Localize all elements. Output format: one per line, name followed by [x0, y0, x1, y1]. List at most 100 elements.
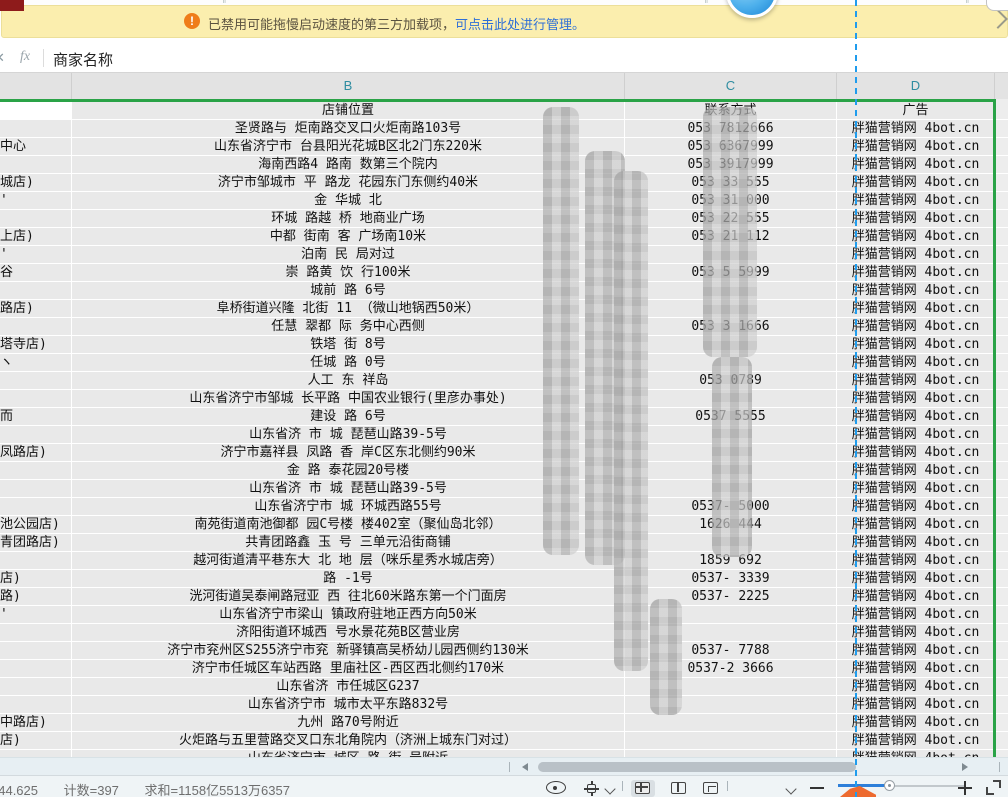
cell-d[interactable]: 胖猫营销网 4bot.cn	[837, 192, 994, 210]
cell-d[interactable]: 胖猫营销网 4bot.cn	[837, 678, 994, 696]
cell-a[interactable]: 凤路店)	[0, 444, 72, 462]
cell-a[interactable]: 池公园店)	[0, 516, 72, 534]
view-split-button[interactable]	[667, 780, 691, 797]
cell-d[interactable]: 胖猫营销网 4bot.cn	[837, 516, 994, 534]
cell-a[interactable]: 路)	[0, 588, 72, 606]
cell-d[interactable]: 胖猫营销网 4bot.cn	[837, 660, 994, 678]
cell-b[interactable]: 火炬路与五里营路交叉口东北角院内（济洲上城东门对过）	[72, 732, 625, 750]
cell-a[interactable]	[0, 660, 72, 678]
cell-d[interactable]: 胖猫营销网 4bot.cn	[837, 480, 994, 498]
cell-d[interactable]: 胖猫营销网 4bot.cn	[837, 390, 994, 408]
formula-input[interactable]: 商家名称	[53, 49, 113, 70]
cell-d[interactable]: 胖猫营销网 4bot.cn	[837, 642, 994, 660]
cell-a[interactable]	[0, 750, 72, 757]
cell-d[interactable]: 胖猫营销网 4bot.cn	[837, 336, 994, 354]
cell-a[interactable]: 店)	[0, 570, 72, 588]
cell-a[interactable]: '	[0, 246, 72, 264]
cell-a[interactable]: 路店)	[0, 300, 72, 318]
horizontal-scrollbar-thumb[interactable]	[538, 762, 856, 772]
cell-d[interactable]: 胖猫营销网 4bot.cn	[837, 300, 994, 318]
cell-a[interactable]: 而	[0, 408, 72, 426]
cell-c[interactable]	[625, 732, 837, 750]
cell-a[interactable]	[0, 624, 72, 642]
scroll-right-icon[interactable]	[962, 763, 968, 771]
cell-d[interactable]: 胖猫营销网 4bot.cn	[837, 156, 994, 174]
cell-a[interactable]: 中心	[0, 138, 72, 156]
cell-a[interactable]	[0, 642, 72, 660]
cell-a[interactable]: 上店)	[0, 228, 72, 246]
active-cell-a1[interactable]	[0, 102, 72, 120]
column-header-b[interactable]: B	[72, 73, 625, 99]
header-ad[interactable]: 广告	[837, 102, 994, 120]
cell-b[interactable]: 九州 路70号附近	[72, 714, 625, 732]
column-header-d[interactable]: D	[837, 73, 995, 99]
cell-a[interactable]: 谷	[0, 264, 72, 282]
view-normal-button[interactable]	[631, 780, 655, 797]
cell-a[interactable]: ヽ	[0, 354, 72, 372]
cell-a[interactable]	[0, 372, 72, 390]
cell-d[interactable]: 胖猫营销网 4bot.cn	[837, 624, 994, 642]
cell-b[interactable]: 路 -1号	[72, 570, 625, 588]
cell-b[interactable]: 山东省济宁市 城区 路 街 号附近	[72, 750, 625, 757]
manage-addins-link[interactable]: 可点击此处进行管理。	[455, 17, 585, 32]
cell-a[interactable]	[0, 210, 72, 228]
cell-d[interactable]: 胖猫营销网 4bot.cn	[837, 534, 994, 552]
cell-a[interactable]: 中路店)	[0, 714, 72, 732]
cell-c[interactable]	[625, 714, 837, 732]
cell-d[interactable]: 胖猫营销网 4bot.cn	[837, 498, 994, 516]
cell-d[interactable]: 胖猫营销网 4bot.cn	[837, 444, 994, 462]
cell-d[interactable]: 胖猫营销网 4bot.cn	[837, 282, 994, 300]
cell-b[interactable]: 山东省济 市任城区G237	[72, 678, 625, 696]
view-pagelayout-button[interactable]	[699, 780, 723, 797]
reading-mode-eye-icon[interactable]	[546, 781, 566, 794]
cell-d[interactable]: 胖猫营销网 4bot.cn	[837, 138, 994, 156]
cell-a[interactable]: '	[0, 606, 72, 624]
cell-d[interactable]: 胖猫营销网 4bot.cn	[837, 750, 994, 757]
cell-d[interactable]: 胖猫营销网 4bot.cn	[837, 408, 994, 426]
cell-a[interactable]	[0, 462, 72, 480]
cell-c[interactable]: 0537- 3339	[625, 570, 837, 588]
cell-a[interactable]	[0, 120, 72, 138]
cell-d[interactable]: 胖猫营销网 4bot.cn	[837, 372, 994, 390]
cell-d[interactable]: 胖猫营销网 4bot.cn	[837, 318, 994, 336]
cell-a[interactable]	[0, 696, 72, 714]
cell-a[interactable]	[0, 426, 72, 444]
cell-d[interactable]: 胖猫营销网 4bot.cn	[837, 120, 994, 138]
cell-d[interactable]: 胖猫营销网 4bot.cn	[837, 714, 994, 732]
cell-d[interactable]: 胖猫营销网 4bot.cn	[837, 426, 994, 444]
cell-d[interactable]: 胖猫营销网 4bot.cn	[837, 696, 994, 714]
cell-a[interactable]: '	[0, 192, 72, 210]
cell-a[interactable]: 店)	[0, 732, 72, 750]
cell-d[interactable]: 胖猫营销网 4bot.cn	[837, 228, 994, 246]
cell-b[interactable]: 济阳街道环城西 号水景花苑B区营业房	[72, 624, 625, 642]
cell-d[interactable]: 胖猫营销网 4bot.cn	[837, 210, 994, 228]
cell-a[interactable]	[0, 498, 72, 516]
cell-a[interactable]: 城店)	[0, 174, 72, 192]
cell-a[interactable]	[0, 552, 72, 570]
zoom-slider-handle[interactable]	[884, 780, 895, 791]
cell-a[interactable]	[0, 390, 72, 408]
cell-d[interactable]: 胖猫营销网 4bot.cn	[837, 570, 994, 588]
cell-a[interactable]: 青团路店)	[0, 534, 72, 552]
cell-a[interactable]	[0, 318, 72, 336]
cell-d[interactable]: 胖猫营销网 4bot.cn	[837, 588, 994, 606]
cell-a[interactable]	[0, 480, 72, 498]
cell-a[interactable]	[0, 678, 72, 696]
collapse-chevron-icon[interactable]	[988, 9, 1008, 29]
cell-d[interactable]: 胖猫营销网 4bot.cn	[837, 354, 994, 372]
cell-d[interactable]: 胖猫营销网 4bot.cn	[837, 264, 994, 282]
cell-d[interactable]: 胖猫营销网 4bot.cn	[837, 606, 994, 624]
zoom-out-button[interactable]	[810, 787, 824, 789]
cell-b[interactable]: 济宁市兖州区S255济宁市兖 新驿镇高吴桥幼儿园西侧约130米	[72, 642, 625, 660]
cell-b[interactable]: 山东省济宁市梁山 镇政府驻地正西方向50米	[72, 606, 625, 624]
cell-d[interactable]: 胖猫营销网 4bot.cn	[837, 732, 994, 750]
column-header-a-stub[interactable]	[0, 73, 72, 99]
fx-icon[interactable]: fx	[20, 49, 30, 65]
cell-d[interactable]: 胖猫营销网 4bot.cn	[837, 174, 994, 192]
cell-b[interactable]: 越河街道清平巷东大 北 地 层（咪乐星秀水城店旁）	[72, 552, 625, 570]
selection-pane-icon[interactable]	[584, 781, 599, 796]
fullscreen-icon[interactable]	[986, 780, 1001, 795]
column-header-c[interactable]: C	[625, 73, 837, 99]
cell-a[interactable]	[0, 282, 72, 300]
cell-a[interactable]: 塔寺店)	[0, 336, 72, 354]
